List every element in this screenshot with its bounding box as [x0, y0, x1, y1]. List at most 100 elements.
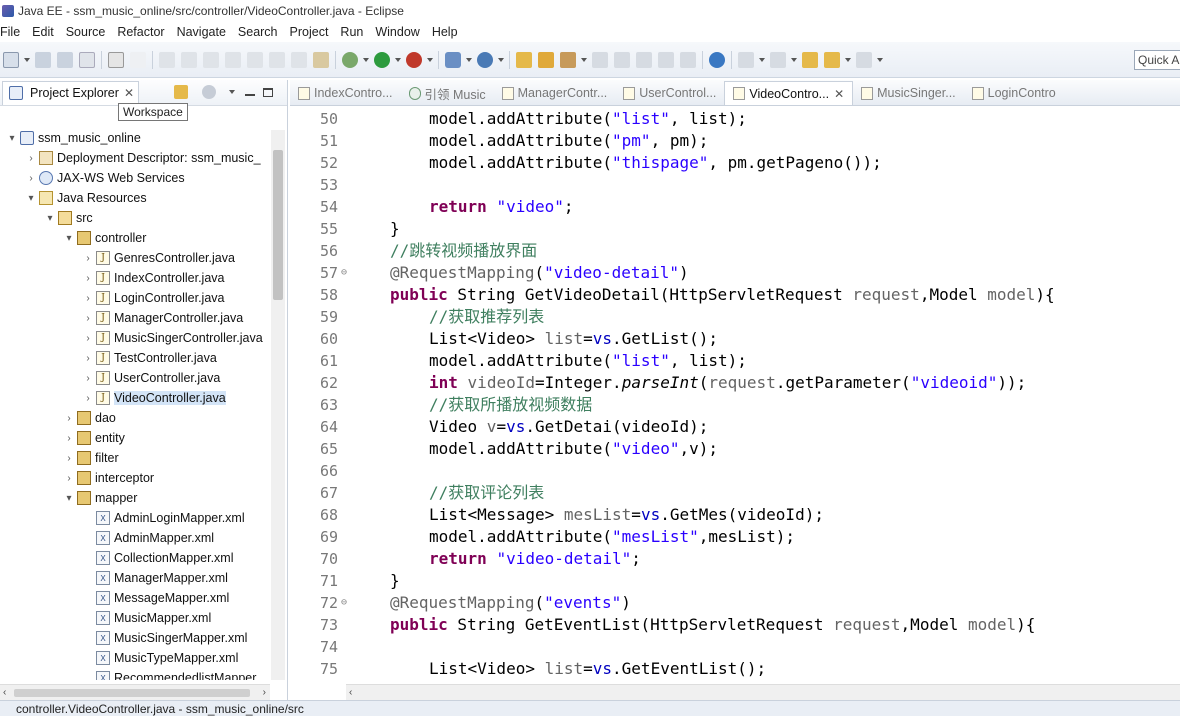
minimize-icon[interactable] [245, 94, 255, 96]
back-dropdown-icon[interactable] [845, 57, 851, 62]
collapsed-chevron-icon[interactable]: › [82, 313, 94, 324]
menu-search[interactable]: Search [238, 25, 286, 39]
tree-item[interactable]: X MessageMapper.xml [82, 588, 229, 608]
fold-icon[interactable]: ⊖ [341, 592, 347, 614]
code-area[interactable]: model.addAttribute("list", list); model.a… [352, 108, 1180, 684]
code-line[interactable]: model.addAttribute("mesList",mesList); [429, 526, 795, 548]
tree-item[interactable]: › J MusicSingerController.java [82, 328, 263, 348]
tree-item[interactable]: ▾ mapper [63, 488, 137, 508]
skip-breakpoints-icon[interactable] [130, 51, 146, 68]
tree-item[interactable]: X RecommendedlistMapper [82, 668, 256, 680]
tree-item[interactable]: X AdminMapper.xml [82, 528, 214, 548]
close-icon[interactable]: ✕ [834, 87, 844, 101]
code-line[interactable]: model.addAttribute("list", list); [429, 108, 747, 130]
code-line[interactable]: int videoId=Integer.parseInt(request.get… [429, 372, 1026, 394]
code-line[interactable]: return "video"; [429, 196, 574, 218]
code-line[interactable]: return "video-detail"; [429, 548, 641, 570]
link-with-editor-icon[interactable] [174, 85, 188, 99]
expanded-chevron-icon[interactable]: ▾ [63, 493, 75, 504]
expanded-chevron-icon[interactable]: ▾ [63, 233, 75, 244]
save-icon[interactable] [35, 51, 51, 68]
code-line[interactable]: public String GetEventList(HttpServletRe… [390, 614, 1035, 636]
code-line[interactable]: model.addAttribute("thispage", pm.getPag… [429, 152, 882, 174]
tree-item[interactable]: › J TestController.java [82, 348, 217, 368]
collapsed-chevron-icon[interactable]: › [63, 453, 75, 464]
tree-item[interactable]: › J ManagerController.java [82, 308, 243, 328]
block-select-icon[interactable] [680, 51, 696, 68]
code-line[interactable]: List<Message> mesList=vs.GetMes(videoId)… [429, 504, 824, 526]
code-line[interactable]: @RequestMapping("events") [390, 592, 631, 614]
disconnect-icon[interactable] [225, 51, 241, 68]
collapsed-chevron-icon[interactable]: › [82, 273, 94, 284]
collapsed-chevron-icon[interactable]: › [82, 353, 94, 364]
collapsed-chevron-icon[interactable]: › [82, 333, 94, 344]
annotation-icon[interactable] [636, 51, 652, 68]
code-line[interactable]: List<Video> list=vs.GetList(); [429, 328, 718, 350]
close-icon[interactable]: ✕ [124, 86, 134, 100]
previous-annotation-icon[interactable] [770, 51, 786, 68]
tree-item[interactable]: X MusicSingerMapper.xml [82, 628, 247, 648]
expanded-chevron-icon[interactable]: ▾ [6, 133, 18, 144]
code-line[interactable]: //获取所播放视频数据 [429, 394, 592, 416]
code-line[interactable]: model.addAttribute("video",v); [429, 438, 718, 460]
new-icon[interactable] [3, 51, 19, 68]
tree-vertical-scrollbar[interactable] [271, 130, 285, 680]
editor-tab[interactable]: IndexContro... [290, 81, 401, 105]
collapsed-chevron-icon[interactable]: › [63, 473, 75, 484]
next-annotation-icon[interactable] [738, 51, 754, 68]
fold-icon[interactable]: ⊖ [341, 262, 347, 284]
tree-item[interactable]: › interceptor [63, 468, 154, 488]
new-dropdown-icon[interactable] [24, 57, 30, 62]
run-icon[interactable] [374, 51, 390, 68]
scroll-left-icon[interactable]: ‹ [3, 687, 6, 698]
code-line[interactable]: } [390, 218, 400, 240]
new-project-dropdown-icon[interactable] [466, 57, 472, 62]
code-line[interactable]: model.addAttribute("pm", pm); [429, 130, 708, 152]
next-annotation-dropdown-icon[interactable] [759, 57, 765, 62]
open-folder-icon[interactable] [538, 51, 554, 68]
editor-tab[interactable]: LoginContro [964, 81, 1064, 105]
search-icon[interactable] [592, 51, 608, 68]
menu-window[interactable]: Window [375, 25, 427, 39]
tree-item[interactable]: ▾ Java Resources [25, 188, 147, 208]
code-line[interactable]: //跳转视频播放界面 [390, 240, 537, 262]
web-browser-icon[interactable] [709, 51, 725, 68]
resume-icon[interactable] [159, 51, 175, 68]
expanded-chevron-icon[interactable]: ▾ [25, 193, 37, 204]
tree-item[interactable]: › J GenresController.java [82, 248, 235, 268]
new-class-dropdown-icon[interactable] [498, 57, 504, 62]
menu-project[interactable]: Project [290, 25, 337, 39]
collapsed-chevron-icon[interactable]: › [25, 173, 37, 184]
menu-source[interactable]: Source [66, 25, 114, 39]
editor-tab[interactable]: UserControl... [615, 81, 724, 105]
external-tools-icon[interactable] [406, 51, 422, 68]
collapsed-chevron-icon[interactable]: › [82, 293, 94, 304]
last-edit-location-icon[interactable] [802, 51, 818, 68]
tree-item[interactable]: › JAX-WS Web Services [25, 168, 185, 188]
tree-item[interactable]: X MusicMapper.xml [82, 608, 211, 628]
scroll-left-icon[interactable]: ‹ [349, 687, 352, 698]
tree-item[interactable]: X AdminLoginMapper.xml [82, 508, 245, 528]
tree-item[interactable]: X ManagerMapper.xml [82, 568, 228, 588]
forward-arrow-icon[interactable] [856, 51, 872, 68]
menu-help[interactable]: Help [432, 25, 466, 39]
save-all-icon[interactable] [57, 51, 73, 68]
code-line[interactable]: model.addAttribute("list", list); [429, 350, 747, 372]
tree-item[interactable]: › filter [63, 448, 119, 468]
step-return-icon[interactable] [291, 51, 307, 68]
editor-tab[interactable]: MusicSinger... [853, 81, 964, 105]
step-into-icon[interactable] [247, 51, 263, 68]
debug-dropdown-icon[interactable] [363, 57, 369, 62]
edit-pencil-icon[interactable] [560, 51, 576, 68]
tree-item[interactable]: › entity [63, 428, 125, 448]
previous-annotation-dropdown-icon[interactable] [791, 57, 797, 62]
menu-navigate[interactable]: Navigate [177, 25, 234, 39]
suspend-icon[interactable] [181, 51, 197, 68]
code-line[interactable]: @RequestMapping("video-detail") [390, 262, 689, 284]
edit-dropdown-icon[interactable] [581, 57, 587, 62]
tree-item[interactable]: X CollectionMapper.xml [82, 548, 234, 568]
code-line[interactable]: public String GetVideoDetail(HttpServlet… [390, 284, 1055, 306]
menu-file[interactable]: File [0, 25, 28, 39]
tree-hscroll-thumb[interactable] [14, 689, 250, 697]
back-arrow-icon[interactable] [824, 51, 840, 68]
